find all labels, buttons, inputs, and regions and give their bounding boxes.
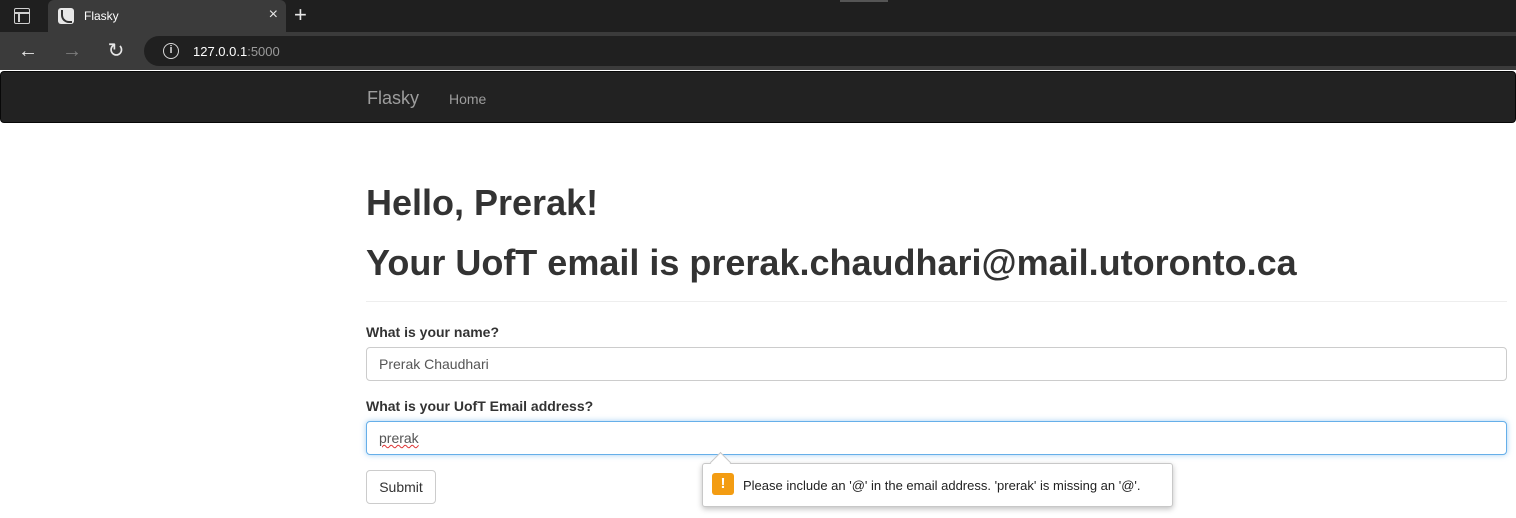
- navbar-brand[interactable]: Flasky: [367, 88, 419, 109]
- validation-tooltip: ! Please include an '@' in the email add…: [702, 463, 1173, 507]
- browser-toolbar: ← → ↻ i 127.0.0.1:5000: [0, 32, 1516, 70]
- tab-flasky[interactable]: Flasky ×: [48, 0, 286, 32]
- favicon-icon: [58, 8, 74, 24]
- header-divider: [366, 301, 1507, 302]
- email-input-value: prerak: [379, 430, 419, 446]
- tab-strip-marker: [840, 0, 888, 2]
- new-tab-icon[interactable]: +: [294, 4, 307, 26]
- submit-button[interactable]: Submit: [366, 470, 436, 504]
- name-input[interactable]: Prerak Chaudhari: [366, 347, 1507, 381]
- email-input[interactable]: prerak: [366, 421, 1507, 455]
- url-host: 127.0.0.1: [193, 44, 248, 59]
- validation-message: Please include an '@' in the email addre…: [743, 478, 1141, 493]
- address-bar[interactable]: i 127.0.0.1:5000: [144, 36, 1516, 66]
- greeting-heading: Hello, Prerak!: [366, 182, 599, 223]
- back-icon[interactable]: ←: [14, 38, 42, 64]
- email-label: What is your UofT Email address?: [366, 398, 594, 414]
- url-text: 127.0.0.1:5000: [193, 44, 280, 59]
- email-heading: Your UofT email is prerak.chaudhari@mail…: [366, 242, 1297, 283]
- site-navbar: Flasky Home: [0, 71, 1516, 123]
- tab-actions-icon[interactable]: [14, 8, 30, 24]
- forward-icon[interactable]: →: [58, 38, 86, 64]
- reload-icon[interactable]: ↻: [102, 38, 130, 64]
- site-info-icon[interactable]: i: [163, 43, 179, 59]
- name-label: What is your name?: [366, 324, 500, 340]
- warning-icon: !: [712, 473, 734, 495]
- tab-strip: Flasky × +: [0, 0, 1516, 32]
- url-port: :5000: [247, 44, 280, 59]
- close-tab-icon[interactable]: ×: [269, 7, 278, 23]
- nav-link-home[interactable]: Home: [449, 91, 486, 107]
- tab-title: Flasky: [84, 9, 119, 23]
